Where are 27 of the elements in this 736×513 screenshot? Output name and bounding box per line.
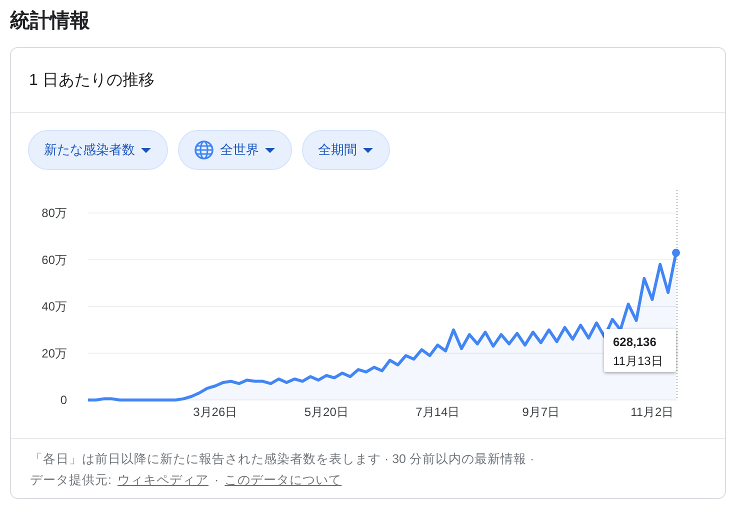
x-axis-label: 11月2日: [630, 405, 674, 419]
caret-icon: [363, 148, 373, 152]
filter-dropdown[interactable]: 全期間: [302, 130, 390, 170]
globe-icon: [194, 140, 214, 160]
y-axis-label: 20万: [42, 346, 67, 360]
x-axis-label: 9月7日: [522, 405, 560, 419]
tooltip-date: 11月13日: [613, 353, 664, 370]
footer-link[interactable]: このデータについて: [224, 470, 342, 491]
footer-link[interactable]: ウィキペディア: [117, 470, 208, 491]
filter-dropdown[interactable]: 全世界: [178, 130, 292, 170]
source-label: データ提供元:: [30, 472, 112, 489]
caret-icon: [265, 148, 275, 152]
filter-dropdown[interactable]: 新たな感染者数: [28, 130, 168, 170]
footer-note: 「各日」は前日以降に新たに報告された感染者数を表します · 30 分前以内の最新情報 ·: [30, 451, 536, 468]
x-axis-label: 7月14日: [416, 405, 460, 419]
tooltip-value: 628,136: [613, 334, 658, 351]
y-axis-label: 0: [60, 393, 67, 407]
data-point: [672, 248, 680, 257]
page-title: 統計情報: [10, 9, 90, 34]
separator-dot: ·: [214, 472, 219, 489]
y-axis-label: 80万: [42, 206, 67, 220]
x-axis-label: 5月20日: [304, 405, 348, 419]
y-axis-label: 40万: [42, 300, 67, 314]
x-axis-label: 3月26日: [193, 405, 238, 419]
caret-icon: [141, 148, 151, 152]
card-title: 1 日あたりの推移: [29, 70, 154, 90]
y-axis-label: 60万: [42, 252, 67, 267]
